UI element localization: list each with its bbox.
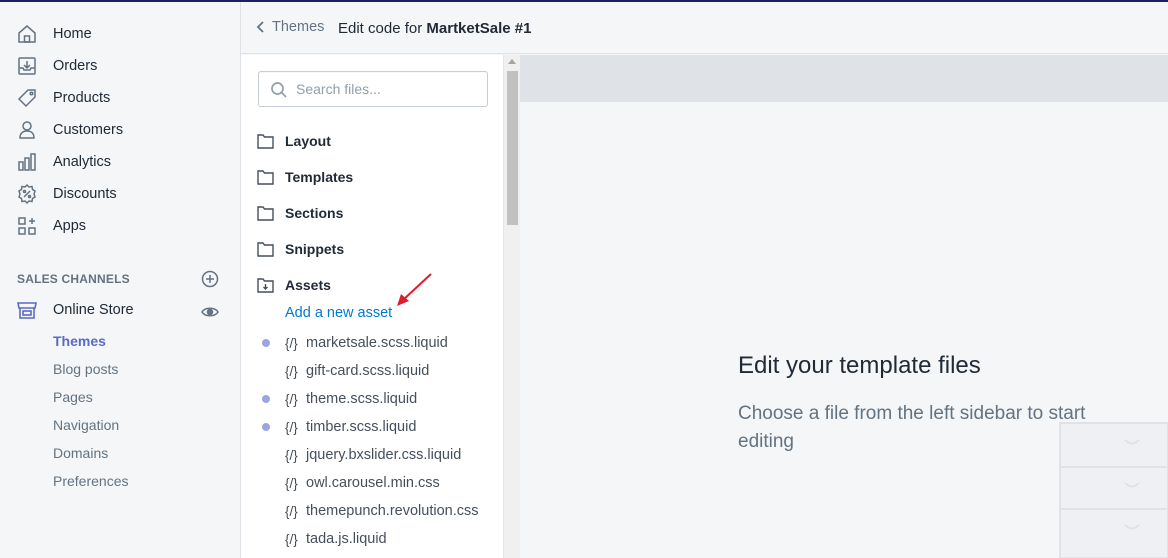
nav-item-analytics[interactable]: Analytics	[0, 148, 240, 176]
folder-label: Templates	[285, 169, 354, 185]
folder-open-icon	[257, 277, 274, 293]
code-file-icon: {/}	[285, 531, 298, 547]
file-name: jquery.bxslider.css.liquid	[306, 447, 462, 463]
page-title: Edit code for MartketSale #1	[338, 20, 531, 37]
sub-item-domains[interactable]: Domains	[53, 445, 108, 461]
page-header: Themes Edit code for MartketSale #1	[241, 2, 1168, 54]
dresser-illustration-icon	[1059, 422, 1168, 558]
file-name: marketsale.scss.liquid	[306, 335, 448, 351]
sales-channels-heading: SALES CHANNELS	[17, 272, 130, 286]
code-file-icon: {/}	[285, 503, 298, 519]
nav-item-home[interactable]: Home	[0, 20, 240, 48]
annotation-arrow-icon	[397, 273, 432, 306]
folder-label: Layout	[285, 133, 331, 149]
nav-item-apps[interactable]: Apps	[0, 212, 240, 240]
orders-icon	[18, 57, 36, 75]
nav-label: Discounts	[53, 186, 117, 202]
nav-label: Apps	[53, 218, 87, 234]
add-channel-icon[interactable]	[201, 270, 219, 288]
add-new-asset-link[interactable]: Add a new asset	[285, 305, 392, 321]
folder-label: Snippets	[285, 241, 345, 257]
nav-item-products[interactable]: Products	[0, 84, 240, 112]
theme-name: MartketSale #1	[426, 20, 532, 37]
folder-assets[interactable]: Assets	[257, 274, 331, 296]
sub-item-navigation[interactable]: Navigation	[53, 417, 119, 433]
folder-icon	[257, 241, 274, 257]
nav-label: Orders	[53, 58, 98, 74]
file-name: theme.scss.liquid	[306, 391, 418, 407]
file-name: timber.scss.liquid	[306, 419, 417, 435]
file-name: tada.js.liquid	[306, 531, 387, 547]
sub-item-pages[interactable]: Pages	[53, 389, 93, 405]
apps-icon	[18, 217, 36, 235]
folder-snippets[interactable]: Snippets	[257, 238, 344, 260]
home-icon	[18, 25, 36, 43]
folder-icon	[257, 205, 274, 221]
chevron-left-icon	[256, 21, 264, 33]
file-search[interactable]	[258, 71, 488, 107]
modified-dot	[262, 423, 270, 431]
nav-label: Customers	[53, 122, 124, 138]
editor-area: Edit your template files Choose a file f…	[520, 55, 1168, 558]
nav-label: Analytics	[53, 154, 112, 170]
code-file-icon: {/}	[285, 475, 298, 491]
nav-item-customers[interactable]: Customers	[0, 116, 240, 144]
folder-layout[interactable]: Layout	[257, 130, 331, 152]
nav-label: Products	[53, 90, 111, 106]
eye-icon[interactable]	[201, 304, 219, 320]
code-file-icon: {/}	[285, 335, 298, 351]
admin-sidebar: Home Orders Products Customers Analytics…	[0, 2, 241, 558]
sub-item-blog-posts[interactable]: Blog posts	[53, 361, 118, 377]
code-file-icon: {/}	[285, 419, 298, 435]
file-browser-scrollbar[interactable]	[503, 55, 520, 558]
bar-chart-icon	[18, 153, 36, 171]
folder-icon	[257, 133, 274, 149]
folder-sections[interactable]: Sections	[257, 202, 343, 224]
store-icon	[17, 302, 37, 319]
back-label: Themes	[272, 19, 325, 35]
back-to-themes-link[interactable]: Themes	[256, 19, 324, 35]
file-name: themepunch.revolution.css	[306, 503, 479, 519]
folder-label: Sections	[285, 205, 344, 221]
folder-templates[interactable]: Templates	[257, 166, 353, 188]
scroll-up-arrow[interactable]	[508, 59, 516, 64]
code-file-icon: {/}	[285, 447, 298, 463]
code-file-icon: {/}	[285, 391, 298, 407]
folder-label: Assets	[285, 277, 331, 293]
search-input[interactable]	[296, 79, 476, 99]
nav-item-orders[interactable]: Orders	[0, 52, 240, 80]
scroll-thumb[interactable]	[507, 71, 518, 225]
person-icon	[19, 121, 35, 139]
nav-label: Online Store	[53, 302, 134, 318]
search-icon	[271, 82, 287, 98]
file-name: gift-card.scss.liquid	[306, 363, 430, 379]
sub-item-preferences[interactable]: Preferences	[53, 473, 128, 489]
empty-state-title: Edit your template files	[738, 352, 981, 379]
sub-item-themes[interactable]: Themes	[53, 333, 106, 349]
nav-item-discounts[interactable]: Discounts	[0, 180, 240, 208]
file-name: owl.carousel.min.css	[306, 475, 440, 491]
modified-dot	[262, 395, 270, 403]
discount-icon	[18, 183, 36, 205]
title-prefix: Edit code for	[338, 20, 423, 37]
nav-label: Home	[53, 26, 92, 42]
modified-dot	[262, 339, 270, 347]
file-browser: Layout Templates Sections Snippets Asset…	[241, 55, 503, 558]
folder-icon	[257, 169, 274, 185]
code-file-icon: {/}	[285, 363, 298, 379]
tag-icon	[17, 89, 36, 108]
editor-tab-bar	[520, 55, 1168, 102]
